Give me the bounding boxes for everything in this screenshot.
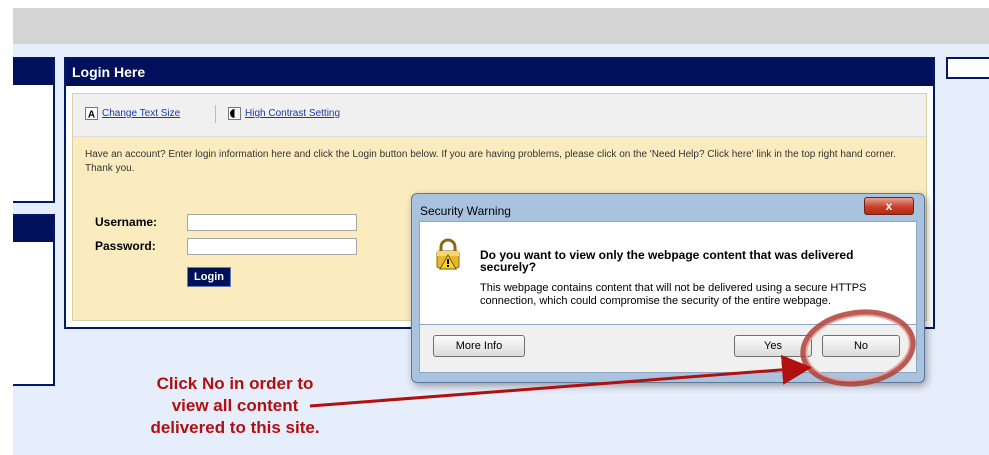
yes-button[interactable]: Yes	[734, 335, 812, 357]
toolbar-divider	[215, 105, 216, 123]
right-panel-header	[946, 57, 989, 79]
browser-top-bar	[13, 8, 989, 44]
high-contrast-label[interactable]: High Contrast Setting	[245, 108, 340, 119]
annotation-line-2: view all content	[171, 396, 299, 415]
annotation-line-1: Click No in order to	[156, 374, 314, 393]
password-label: Password:	[95, 239, 156, 253]
login-panel-title: Login Here	[66, 59, 933, 86]
login-button[interactable]: Login	[187, 267, 231, 287]
password-input[interactable]	[187, 238, 357, 255]
change-text-size-label[interactable]: Change Text Size	[102, 108, 180, 119]
more-info-button[interactable]: More Info	[433, 335, 525, 357]
change-text-size-link[interactable]: A Change Text Size	[85, 107, 180, 121]
no-button[interactable]: No	[822, 335, 900, 357]
padlock-warning-icon	[434, 238, 462, 270]
dialog-content: Do you want to view only the webpage con…	[419, 221, 917, 325]
dialog-footer: More Info Yes No	[419, 325, 917, 373]
left-panel-bottom	[13, 214, 55, 386]
dialog-message: This webpage contains content that will …	[480, 282, 867, 307]
security-warning-dialog: Security Warning x Do you want to view o…	[411, 193, 925, 383]
text-size-icon: A	[85, 107, 98, 121]
annotation-callout: Click No in order to view all content de…	[120, 373, 350, 439]
dialog-question: Do you want to view only the webpage con…	[480, 248, 854, 274]
dialog-title: Security Warning	[420, 204, 511, 218]
username-input[interactable]	[187, 214, 357, 231]
dialog-close-button[interactable]: x	[864, 197, 914, 215]
login-instructions: Have an account? Enter login information…	[85, 149, 896, 174]
left-panel-bottom-header	[13, 216, 53, 242]
svg-text:A: A	[88, 110, 95, 121]
left-panel-top-header	[13, 59, 53, 85]
accessibility-toolbar: A Change Text Size High Contrast Setting	[73, 94, 926, 137]
annotation-line-3: delivered to this site.	[150, 418, 320, 437]
high-contrast-link[interactable]: High Contrast Setting	[228, 107, 340, 120]
contrast-icon	[228, 107, 241, 120]
left-panel-top	[13, 57, 55, 203]
username-label: Username:	[95, 215, 158, 229]
